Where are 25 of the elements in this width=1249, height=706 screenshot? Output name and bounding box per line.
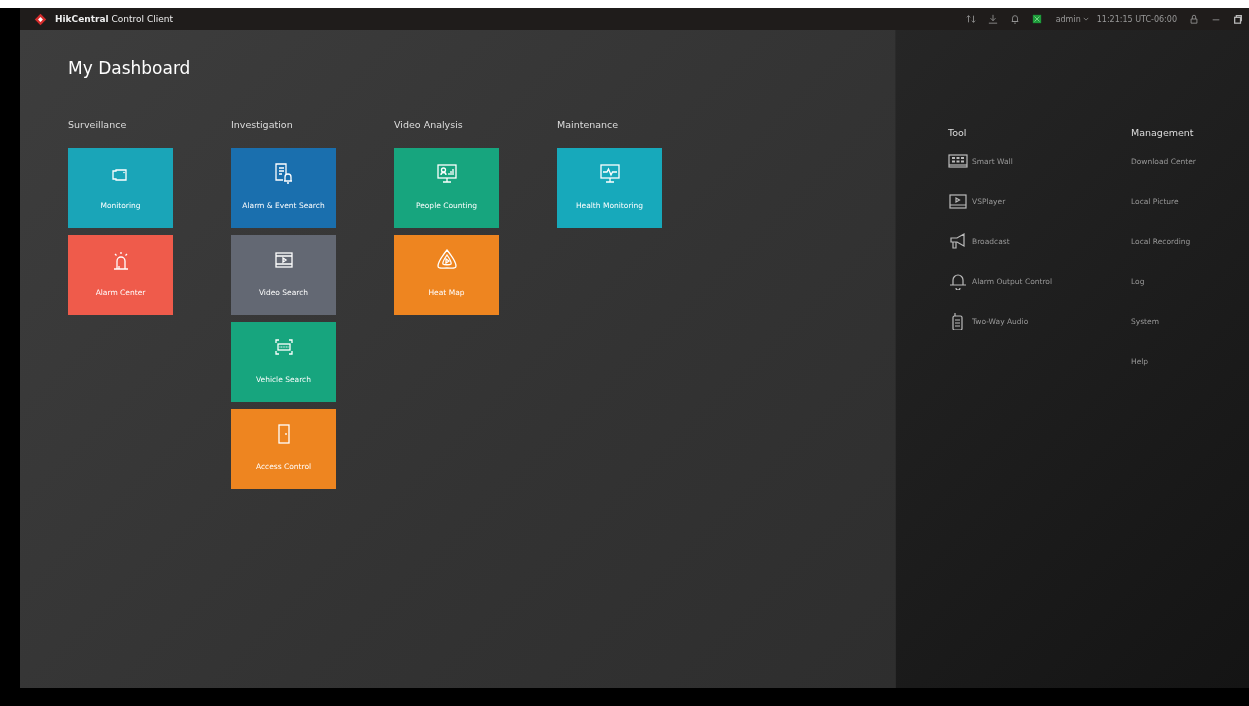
- download-icon[interactable]: [987, 14, 998, 24]
- status-icon[interactable]: [1031, 14, 1042, 24]
- transfer-icon[interactable]: [965, 14, 976, 24]
- monitor-pulse-icon: [597, 161, 622, 185]
- video-wall-icon: [948, 152, 968, 170]
- section-heading: Investigation: [231, 119, 294, 130]
- monitor-chart-icon: [434, 161, 459, 185]
- section-heading: Management: [1131, 127, 1195, 140]
- window-title: HikCentral Control Client: [55, 14, 173, 24]
- section-heading: Tool: [948, 127, 968, 140]
- section-heading: Surveillance: [68, 119, 128, 130]
- restore-icon[interactable]: [1233, 14, 1243, 24]
- caret-icon[interactable]: [1082, 17, 1089, 21]
- logo-icon: [34, 12, 47, 26]
- clock: 11:21:15 UTC-06:00: [1096, 14, 1177, 24]
- section-heading: Maintenance: [557, 119, 620, 130]
- heat-map-icon: [434, 248, 459, 272]
- bell-icon: [948, 272, 968, 290]
- lock-icon[interactable]: [1189, 14, 1199, 24]
- user-menu[interactable]: admin: [1055, 14, 1081, 24]
- player-icon: [948, 192, 968, 210]
- megaphone-icon: [948, 232, 968, 250]
- section-heading: Video Analysis: [394, 119, 464, 130]
- bell-icon[interactable]: [1009, 14, 1020, 24]
- dashboard-title: My Dashboard: [68, 58, 192, 78]
